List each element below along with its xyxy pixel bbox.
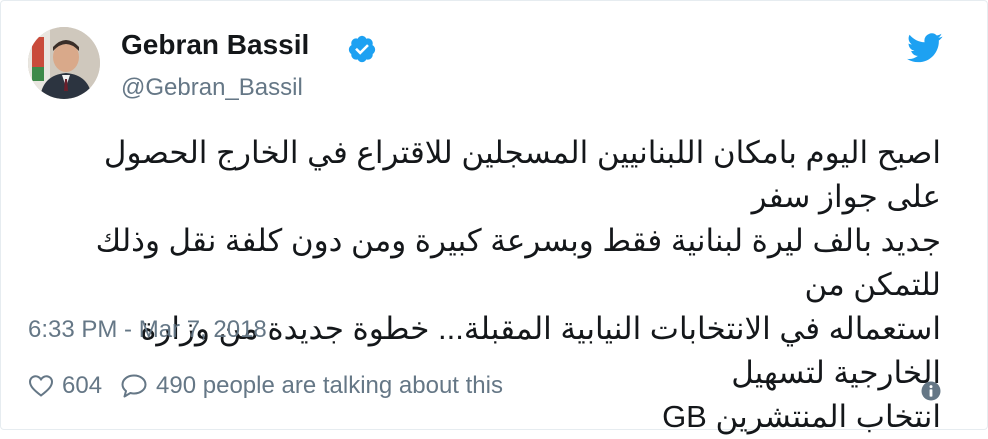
author-name[interactable]: Gebran Bassil	[121, 29, 309, 61]
like-count: 604	[62, 372, 103, 399]
tweet-timestamp[interactable]: 6:33 PM - Mar 7, 2018	[28, 316, 267, 344]
tweet-card: Gebran Bassil @Gebran_Bassil اصبح اليوم …	[0, 0, 988, 434]
verified-badge-icon	[348, 35, 376, 63]
twitter-bird-icon[interactable]	[907, 33, 943, 63]
heart-icon	[28, 375, 54, 397]
tweet-actions: 604 490 people are talking about this	[28, 369, 521, 403]
talking-text: 490 people are talking about this	[156, 372, 503, 399]
comment-bubble-icon	[121, 374, 147, 398]
like-button[interactable]: 604	[28, 372, 102, 400]
avatar[interactable]	[28, 27, 100, 99]
author-handle[interactable]: @Gebran_Bassil	[121, 74, 303, 102]
info-icon[interactable]	[921, 381, 941, 401]
avatar-image	[28, 27, 100, 99]
comment-button[interactable]: 490 people are talking about this	[120, 372, 503, 400]
